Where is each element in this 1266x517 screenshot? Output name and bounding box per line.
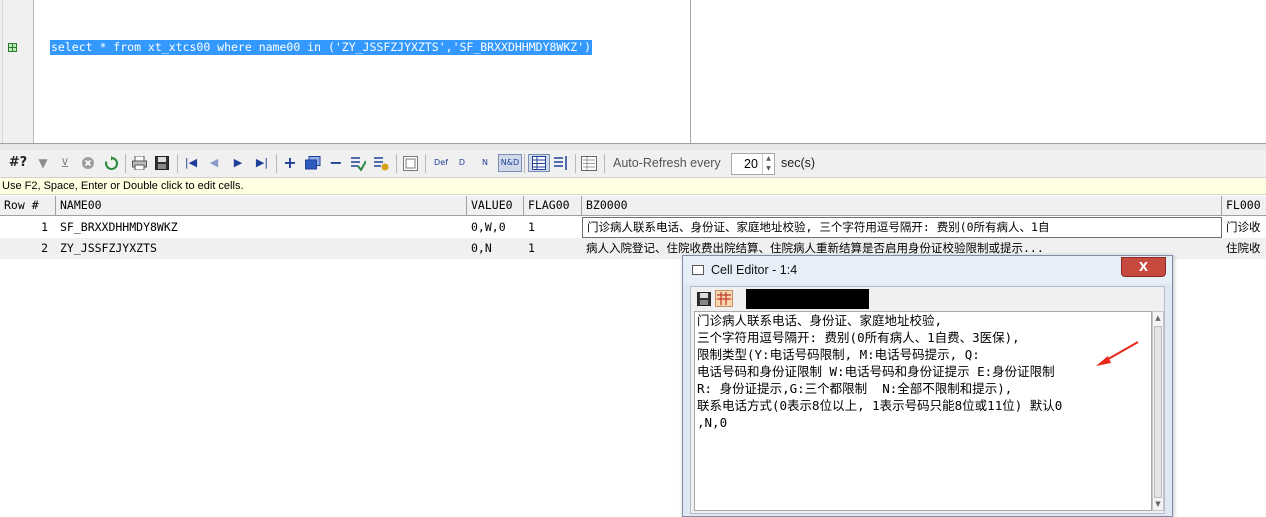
column-header-row[interactable]: Row # <box>0 196 56 216</box>
annotation-arrow-icon <box>1096 341 1139 366</box>
toolbar-separator <box>177 154 178 173</box>
cell-text-area[interactable]: 门诊病人联系电话、身份证、家庭地址校验, 三个字符用逗号隔开: 费别(0所有病人… <box>694 311 1152 511</box>
toolbar-separator <box>396 154 397 173</box>
right-margin-line <box>690 0 691 143</box>
cell-value0[interactable]: 0,W,0 <box>467 217 524 238</box>
cancel-changes-icon[interactable] <box>373 155 389 171</box>
n-label: N <box>482 158 488 167</box>
cell-name00[interactable]: ZY_JSSFZJYXZTS <box>56 238 467 259</box>
column-header-fl000[interactable]: FL000 <box>1222 196 1266 216</box>
cell-fl000[interactable]: 住院收 <box>1222 238 1266 259</box>
toolbar-separator <box>524 154 525 173</box>
word-wrap-icon[interactable] <box>715 290 733 307</box>
cell-flag00[interactable]: 1 <box>524 238 582 259</box>
close-icon: X <box>1138 260 1149 274</box>
spinner-buttons[interactable]: ▲ ▼ <box>762 154 774 174</box>
export-icon[interactable] <box>581 155 597 171</box>
toolbar-separator <box>575 154 576 173</box>
sql-editor[interactable]: select * from xt_xtcs00 where name00 in … <box>0 0 1266 143</box>
single-record-view-icon[interactable] <box>402 155 418 171</box>
column-header-flag00[interactable]: FLAG00 <box>524 196 582 216</box>
auto-refresh-value[interactable]: 20 <box>744 157 758 171</box>
duplicate-record-icon[interactable] <box>305 155 321 171</box>
dialog-title-bar[interactable]: Cell Editor - 1:4 X <box>683 256 1172 284</box>
dialog-body: 门诊病人联系电话、身份证、家庭地址校验, 三个字符用逗号隔开: 费别(0所有病人… <box>690 286 1165 514</box>
gutter-divider <box>2 0 3 143</box>
def-label: Def <box>434 158 448 167</box>
delete-record-icon[interactable]: − <box>328 155 344 171</box>
show-n-button[interactable]: N <box>477 155 493 171</box>
first-record-icon[interactable]: |◀ <box>183 155 199 171</box>
text-line: 电话号码和身份证限制 W:电话号码和身份证提示 E:身份证限制 <box>697 364 1055 379</box>
text-line: R: 身份证提示,G:三个都限制 N:全部不限制和提示), <box>697 381 1013 396</box>
toolbar-separator <box>125 154 126 173</box>
insert-record-icon[interactable]: + <box>282 155 298 171</box>
show-nd-button[interactable]: N&D <box>498 154 522 172</box>
filter-icon[interactable]: ▼ <box>35 155 51 171</box>
show-d-button[interactable]: D <box>454 155 470 171</box>
dialog-toolbar <box>691 287 1164 311</box>
toolbar-separator <box>276 154 277 173</box>
text-line: ,N,0 <box>697 415 728 430</box>
show-def-button[interactable]: Def <box>430 155 452 171</box>
close-button[interactable]: X <box>1121 257 1166 277</box>
grid-icon <box>8 43 17 52</box>
redacted-field <box>746 289 869 309</box>
column-header-name00[interactable]: NAME00 <box>56 196 467 216</box>
text-line: 三个字符用逗号隔开: 费别(0所有病人、1自费、3医保), <box>697 330 1020 345</box>
cell-value0[interactable]: 0,N <box>467 238 524 259</box>
cancel-icon[interactable] <box>80 155 96 171</box>
sql-statement[interactable]: select * from xt_xtcs00 where name00 in … <box>50 40 593 55</box>
toolbar-separator <box>425 154 426 173</box>
editor-gutter <box>0 0 34 143</box>
cell-bz0000-focused[interactable]: 门诊病人联系电话、身份证、家庭地址校验, 三个字符用逗号隔开: 费别(0所有病人… <box>582 217 1222 238</box>
scroll-thumb[interactable] <box>1154 326 1162 498</box>
edit-hint: Use F2, Space, Enter or Double click to … <box>0 178 1266 195</box>
window-icon <box>692 265 704 275</box>
grid-view-button[interactable] <box>528 154 550 172</box>
refresh-icon[interactable] <box>103 155 119 171</box>
auto-refresh-spinner[interactable]: 20 ▲ ▼ <box>731 153 775 175</box>
previous-record-icon[interactable]: ◀ <box>206 155 222 171</box>
results-toolbar: #? ▼ ⊻ |◀ ◀ ▶ ▶| + − Def D N N&D Auto-Re… <box>0 150 1266 178</box>
row-number: 1 <box>41 220 48 234</box>
d-label: D <box>458 158 466 167</box>
text-line: 限制类型(Y:电话号码限制, M:电话号码提示, Q: <box>697 347 980 362</box>
post-changes-icon[interactable] <box>350 155 366 171</box>
column-header-value0[interactable]: VALUE0 <box>467 196 524 216</box>
print-icon[interactable] <box>131 155 147 171</box>
auto-refresh-label: Auto-Refresh every <box>613 156 721 170</box>
last-record-icon[interactable]: ▶| <box>254 155 270 171</box>
text-line: 门诊病人联系电话、身份证、家庭地址校验, <box>697 313 943 328</box>
scroll-down-icon[interactable]: ▼ <box>1153 498 1163 510</box>
cell-flag00[interactable]: 1 <box>524 217 582 238</box>
next-record-icon[interactable]: ▶ <box>230 155 246 171</box>
toolbar-separator <box>604 154 605 173</box>
vertical-scrollbar[interactable]: ▲ ▼ <box>1152 311 1164 511</box>
text-line: 联系电话方式(0表示8位以上, 1表示号码只能8位或11位) 默认0 <box>697 398 1063 413</box>
clear-filter-icon[interactable]: ⊻ <box>57 155 73 171</box>
dialog-title: Cell Editor - 1:4 <box>711 263 798 277</box>
auto-refresh-unit: sec(s) <box>781 156 816 170</box>
save-icon[interactable] <box>154 155 170 171</box>
scroll-up-icon[interactable]: ▲ <box>1153 312 1163 324</box>
row-number: 2 <box>41 241 48 255</box>
cell-editor-dialog[interactable]: Cell Editor - 1:4 X 门诊病人联系电话、身份证、家庭地址校验,… <box>682 255 1173 517</box>
table-row[interactable]: 1 SF_BRXXDHHMDY8WKZ 0,W,0 1 门诊病人联系电话、身份证… <box>0 217 1266 238</box>
column-header-bz0000[interactable]: BZ0000 <box>582 196 1222 216</box>
columns-view-icon[interactable] <box>553 155 569 171</box>
spin-down-icon[interactable]: ▼ <box>763 164 774 174</box>
cell-fl000[interactable]: 门诊收 <box>1222 217 1266 238</box>
spin-up-icon[interactable]: ▲ <box>763 154 774 164</box>
cell-name00[interactable]: SF_BRXXDHHMDY8WKZ <box>56 217 467 238</box>
save-icon[interactable] <box>695 290 713 307</box>
query-by-example-button[interactable]: #? <box>7 155 29 171</box>
nd-label: N&D <box>500 158 520 167</box>
